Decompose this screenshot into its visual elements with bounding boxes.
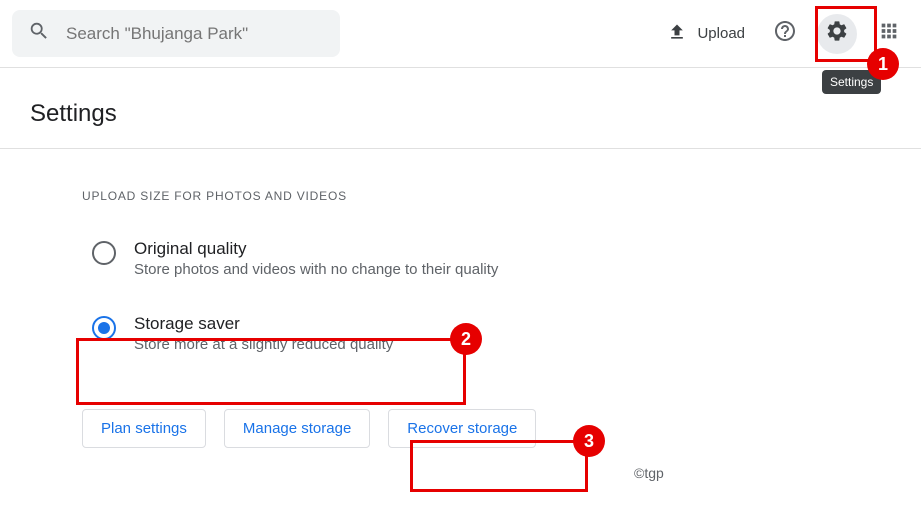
search-input[interactable] — [66, 24, 324, 44]
manage-storage-button[interactable]: Manage storage — [224, 409, 370, 448]
upload-button[interactable]: Upload — [659, 16, 753, 52]
section-label: UPLOAD SIZE FOR PHOTOS AND VIDEOS — [82, 189, 921, 203]
help-button[interactable] — [765, 14, 805, 54]
radio-desc: Store photos and videos with no change t… — [134, 261, 498, 278]
radio-original-quality[interactable]: Original quality Store photos and videos… — [82, 233, 921, 284]
radio-title: Storage saver — [134, 314, 393, 334]
upload-label: Upload — [697, 25, 745, 42]
annotation-callout-3: 3 — [573, 425, 605, 457]
header-bar: Upload — [0, 0, 921, 68]
upload-icon — [667, 22, 687, 46]
radio-icon-selected — [92, 316, 116, 340]
annotation-highlight-1 — [815, 6, 877, 62]
search-icon — [28, 20, 50, 47]
radio-title: Original quality — [134, 239, 498, 259]
annotation-highlight-3 — [410, 440, 588, 492]
radio-icon — [92, 241, 116, 265]
page-title: Settings — [0, 68, 921, 148]
search-box[interactable] — [12, 10, 340, 57]
plan-settings-button[interactable]: Plan settings — [82, 409, 206, 448]
help-icon — [773, 19, 797, 48]
annotation-callout-1: 1 — [867, 48, 899, 80]
annotation-callout-2: 2 — [450, 323, 482, 355]
annotation-highlight-2 — [76, 338, 466, 405]
copyright: ©tgp — [634, 465, 664, 481]
apps-icon — [878, 20, 900, 47]
